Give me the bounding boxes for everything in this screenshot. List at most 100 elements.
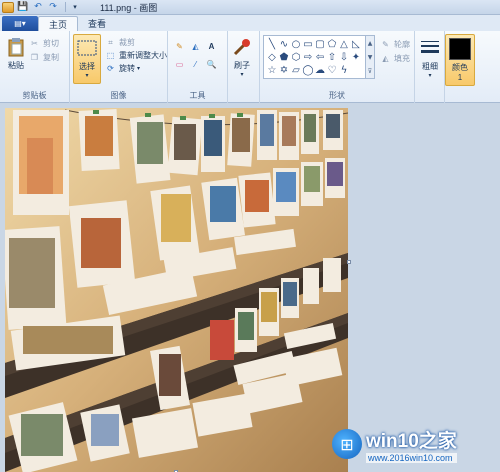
cut-label: 剪切 — [43, 39, 59, 48]
gallery-expand-icon[interactable]: ⊽ — [368, 68, 372, 75]
copy-label: 复制 — [43, 53, 59, 62]
paste-label: 粘贴 — [8, 61, 24, 70]
photo-wall-illustration — [5, 108, 348, 472]
quick-access-divider — [65, 2, 66, 12]
outline-label: 轮廓 — [394, 40, 410, 49]
paste-button[interactable]: 粘贴 — [5, 36, 27, 71]
resize-handle-right[interactable] — [347, 260, 351, 264]
rotate-dropdown-icon: ▾ — [137, 66, 141, 72]
hexagon-shape-icon[interactable]: ⬡ — [290, 51, 302, 64]
title-bar: 💾 ↶ ↷ ▾ 111.png - 画图 — [0, 0, 500, 15]
tab-home[interactable]: 主页 — [38, 16, 79, 31]
rounded-rectangle-shape-icon[interactable]: ▢ — [314, 38, 326, 51]
left-arrow-shape-icon[interactable]: ⇦ — [314, 51, 326, 64]
four-point-star-shape-icon[interactable]: ✦ — [350, 51, 362, 64]
save-icon[interactable]: 💾 — [17, 2, 29, 13]
brushes-dropdown-icon: ▾ — [240, 72, 244, 78]
rotate-label: 旋转 — [119, 64, 135, 73]
paint-bucket-icon: ◭ — [192, 42, 199, 51]
triangle-shape-icon[interactable]: △ — [338, 38, 350, 51]
color1-swatch — [449, 38, 471, 60]
pentagon-shape-icon[interactable]: ⬟ — [278, 51, 290, 64]
curve-shape-icon[interactable]: ∿ — [278, 38, 290, 51]
shapes-gallery[interactable]: ╲ ∿ ○ ▭ ▢ ⬠ △ ◺ ◇ ⬟ ⬡ ⇨ ⇦ ⇧ ⇩ ✦ ☆ ✡ ▱ ◯ … — [263, 35, 366, 79]
windows-logo-icon: ⊞ — [332, 429, 362, 459]
paint-app-icon[interactable] — [2, 1, 14, 13]
callout-cloud-shape-icon[interactable]: ☁ — [314, 64, 326, 77]
canvas-image[interactable] — [5, 108, 348, 472]
tools-group: ✎ ◭ A ▭ ⁄ 🔍 工具 — [168, 31, 228, 103]
eraser-tool[interactable]: ▭ — [174, 59, 188, 70]
color1-button[interactable]: 颜色 1 — [445, 34, 475, 86]
size-label: 粗细 — [422, 62, 438, 71]
heart-shape-icon[interactable]: ♡ — [326, 64, 338, 77]
select-label: 选择 — [79, 62, 95, 71]
scroll-up-icon[interactable]: ▲ — [368, 40, 373, 47]
resize-button[interactable]: ⬚ 重新调整大小 — [105, 50, 167, 61]
file-menu-icon: ▤▾ — [14, 19, 26, 28]
outline-button[interactable]: ✎ 轮廓 — [380, 39, 410, 50]
fill-label: 填充 — [394, 54, 410, 63]
cut-button[interactable]: ✂ 剪切 — [29, 38, 59, 49]
colors-group: 颜色 1 — [445, 31, 475, 103]
scroll-down-icon[interactable]: ▼ — [368, 54, 373, 61]
resize-icon: ⬚ — [106, 51, 115, 60]
color-picker-icon: ⁄ — [194, 60, 197, 69]
pencil-tool[interactable]: ✎ — [174, 41, 188, 52]
fill-tool[interactable]: ◭ — [190, 41, 204, 52]
size-button[interactable]: 粗细 ▾ — [419, 37, 441, 79]
brushes-group: 刷子 ▾ — [228, 31, 260, 103]
text-tool[interactable]: A — [206, 41, 220, 52]
fill-button[interactable]: ◭ 填充 — [380, 53, 410, 64]
six-point-star-shape-icon[interactable]: ✡ — [278, 64, 290, 77]
callout-oval-shape-icon[interactable]: ◯ — [302, 64, 314, 77]
polygon-shape-icon[interactable]: ⬠ — [326, 38, 338, 51]
customize-quick-access-icon[interactable]: ▾ — [69, 2, 81, 13]
rotate-icon: ⟳ — [107, 64, 114, 73]
select-dropdown-icon: ▾ — [85, 73, 89, 79]
clipboard-group-label: 剪贴板 — [22, 91, 47, 100]
callout-rect-shape-icon[interactable]: ▱ — [290, 64, 302, 77]
line-size-icon — [419, 37, 441, 59]
tab-view[interactable]: 查看 — [78, 16, 116, 31]
right-triangle-shape-icon[interactable]: ◺ — [350, 38, 362, 51]
brushes-button[interactable]: 刷子 ▾ — [231, 36, 253, 78]
eraser-icon: ▭ — [175, 60, 184, 69]
color-picker-tool[interactable]: ⁄ — [190, 59, 204, 70]
pencil-icon: ✎ — [176, 42, 183, 51]
file-menu-button[interactable]: ▤▾ — [2, 16, 38, 31]
rectangle-shape-icon[interactable]: ▭ — [302, 38, 314, 51]
redo-icon[interactable]: ↷ — [47, 2, 59, 13]
clipboard-group: 粘贴 ✂ 剪切 ❐ 复制 剪贴板 — [0, 31, 70, 103]
window-title: 111.png - 画图 — [100, 2, 158, 13]
oval-shape-icon[interactable]: ○ — [290, 38, 302, 51]
right-arrow-shape-icon[interactable]: ⇨ — [302, 51, 314, 64]
up-arrow-shape-icon[interactable]: ⇧ — [326, 51, 338, 64]
diamond-shape-icon[interactable]: ◇ — [266, 51, 278, 64]
down-arrow-shape-icon[interactable]: ⇩ — [338, 51, 350, 64]
line-shape-icon[interactable]: ╲ — [266, 38, 278, 51]
undo-icon[interactable]: ↶ — [32, 2, 44, 13]
lightning-shape-icon[interactable]: ϟ — [338, 64, 350, 77]
watermark-url: www.2016win10.com — [366, 452, 457, 463]
ribbon-tab-row: ▤▾ 主页 查看 — [0, 15, 500, 31]
canvas-area[interactable] — [0, 104, 500, 472]
size-group: 粗细 ▾ — [415, 31, 445, 103]
five-point-star-shape-icon[interactable]: ☆ — [266, 64, 278, 77]
crop-button[interactable]: ⌗ 裁剪 — [105, 37, 135, 48]
magnifier-tool[interactable]: 🔍 — [206, 59, 220, 70]
rotate-button[interactable]: ⟳ 旋转 ▾ — [105, 63, 140, 74]
text-a-icon: A — [208, 42, 215, 51]
brush-icon — [231, 36, 253, 58]
ribbon: 粘贴 ✂ 剪切 ❐ 复制 剪贴板 选择 ▾ ⌗ 裁剪 ⬚ 重新调整大小 ⟳ 旋转… — [0, 31, 500, 103]
shapes-group-label: 形状 — [329, 91, 345, 100]
shapes-group: ╲ ∿ ○ ▭ ▢ ⬠ △ ◺ ◇ ⬟ ⬡ ⇨ ⇦ ⇧ ⇩ ✦ ☆ ✡ ▱ ◯ … — [260, 31, 415, 103]
select-button[interactable]: 选择 ▾ — [73, 34, 101, 84]
image-group: 选择 ▾ ⌗ 裁剪 ⬚ 重新调整大小 ⟳ 旋转 ▾ 图像 — [70, 31, 168, 103]
outline-pen-icon: ✎ — [382, 40, 389, 49]
watermark-text: win10之家 www.2016win10.com — [366, 426, 457, 463]
select-rectangle-icon — [76, 37, 98, 59]
tools-group-label: 工具 — [189, 91, 206, 100]
shapes-gallery-scroll[interactable]: ▲ ▼ ⊽ — [366, 35, 375, 79]
copy-button[interactable]: ❐ 复制 — [29, 52, 59, 63]
